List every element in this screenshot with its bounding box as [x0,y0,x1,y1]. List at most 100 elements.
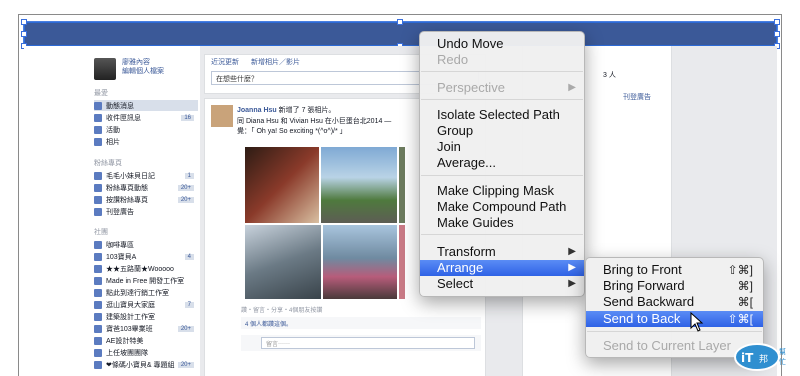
group-item-icon [94,336,102,345]
comment-input: 留言⋯⋯ [261,337,475,349]
menu-item-redo: Redo [420,52,584,68]
group-item: 上任坡團團隊 [94,347,198,358]
selection-handle-ml[interactable] [21,31,27,37]
page-item: 毛毛小妹貝日記 1 [94,170,198,181]
menu-item-label: Make Clipping Mask [437,183,555,198]
submenu-arrow-icon: ▶ [568,82,576,93]
menu-item-label: Isolate Selected Path [437,107,560,122]
page-item-icon [94,195,102,204]
submenu-item-bring-forward[interactable]: Bring Forward ⌘] [586,278,763,294]
shortcut-label: ⌘[ [737,295,753,309]
context-menu: Undo Move Redo Perspective ▶ Isolate Selecte… [419,31,585,297]
group-item-count: 20+ [177,325,194,332]
group-item-label: 寶爸103畢業班 [106,325,153,333]
menu-item-make-clipping-mask[interactable]: Make Clipping Mask [420,183,584,199]
section-favorites: 最愛 [94,90,108,97]
group-item-icon [94,276,102,285]
menu-item-select[interactable]: Select ▶ [420,276,584,292]
menu-item-label: Select [437,276,474,291]
page-item-icon [94,207,102,216]
selection-handle-tr[interactable] [774,19,780,25]
right-ads-link: 刊登廣告 [623,94,651,101]
section-groups: 社團 [94,229,108,236]
post-author: Joanna Hsu [237,107,277,114]
edit-profile-link: 編輯個人檔案 [122,68,164,75]
submenu-item-label: Bring Forward [603,278,685,293]
fb-profile: 廖雅內容 編輯個人檔案 [94,58,164,80]
group-item-label: 點此到達行銷工作室 [106,289,169,297]
group-item: 103寶貝A 4 [94,251,198,262]
submenu-item-bring-to-front[interactable]: Bring to Front ⇧⌘] [586,262,763,278]
composer-tab-status: 近況更新 [211,59,239,66]
sidebar-item-label: 相片 [106,138,120,146]
group-item: 逛山寶貝大家庭 7 [94,299,198,310]
group-item-label: ❤條碼小寶貝& 專題組 [106,361,175,369]
sidebar-item: 動態消息 [94,100,198,111]
post-footer: 讚・留言・分享・4個朋友按讚 [241,308,323,314]
profile-name: 廖雅內容 [122,59,150,66]
submenu-item-send-backward[interactable]: Send Backward ⌘[ [586,294,763,310]
page-item: 刊登廣告 [94,206,198,217]
menu-item-join[interactable]: Join [420,139,584,155]
composer-tab-photo: 新增相片／影片 [250,59,300,66]
submenu-item-label: Send to Back [603,311,681,326]
menu-item-label: Make Guides [437,215,514,230]
page-item-count: 1 [184,172,194,179]
post-action: 新增了 7 張相片。 [276,107,336,114]
sidebar-item-icon [94,101,102,110]
group-item-icon [94,240,102,249]
menu-item-label: Undo Move [437,36,504,51]
section-pages: 粉絲專頁 [94,160,122,167]
page-item-label: 刊登廣告 [106,208,134,216]
menu-item-average[interactable]: Average... [420,155,584,171]
submenu-arrow-icon: ▶ [568,246,576,257]
photo [399,225,405,299]
sidebar-item: 活動 [94,124,198,135]
menu-item-label: Redo [437,52,469,67]
selection-handle-mr[interactable] [774,31,780,37]
sidebar-item-label: 活動 [106,126,120,134]
svg-text:iT: iT [741,351,754,365]
menu-item-group[interactable]: Group [420,123,584,139]
group-item-count: 7 [184,301,194,308]
photo [399,147,405,223]
group-item-icon [94,264,102,273]
comment-box: 留言⋯⋯ [241,335,481,351]
menu-item-make-compound-path[interactable]: Make Compound Path [420,199,584,215]
submenu-item-send-to-back[interactable]: Send to Back ⇧⌘[ [586,311,763,327]
menu-item-undo-move[interactable]: Undo Move [420,36,584,52]
group-item-label: 103寶貝A [106,253,137,261]
sidebar-item-label: 動態消息 [106,102,134,110]
group-item: ★★五路蘭★Wooooo [94,263,198,274]
menu-item-make-guides[interactable]: Make Guides [420,215,584,231]
menu-item-transform[interactable]: Transform ▶ [420,244,584,260]
svg-text:邦: 邦 [759,353,768,365]
menu-item-label: Join [437,139,461,154]
menu-item-isolate-selected-path[interactable]: Isolate Selected Path [420,107,584,123]
submenu-arrow-icon: ▶ [568,278,576,289]
group-item-label: 逛山寶貝大家庭 [106,301,155,309]
shortcut-label: ⌘] [737,279,753,293]
group-item: ❤條碼小寶貝& 專題組 20+ [94,359,198,370]
page-item-label: 粉絲專頁動態 [106,184,148,192]
photo [245,147,319,223]
svg-text:幫: 幫 [779,347,786,356]
group-item-icon [94,300,102,309]
group-item-icon [94,360,102,369]
post-likes: 4 個人都讚這個。 [241,317,481,329]
menu-separator [587,331,762,332]
sidebar-item-count: 16 [181,114,194,121]
photo [323,225,397,299]
page-item-label: 毛毛小妹貝日記 [106,172,155,180]
selection-handle-tm[interactable] [397,19,403,25]
menu-item-arrange[interactable]: Arrange ▶ [420,260,584,276]
shortcut-label: ⇧⌘[ [727,312,753,326]
menu-item-label: Group [437,123,474,138]
selection-handle-tl[interactable] [21,19,27,25]
sidebar-item: 收件匣訊息 16 [94,112,198,123]
group-item: 建築設計工作室 [94,311,198,322]
sidebar-item: 相片 [94,136,198,147]
sidebar-item-label: 收件匣訊息 [106,114,141,122]
menu-item-label: Transform [437,244,496,259]
photo [245,225,321,299]
